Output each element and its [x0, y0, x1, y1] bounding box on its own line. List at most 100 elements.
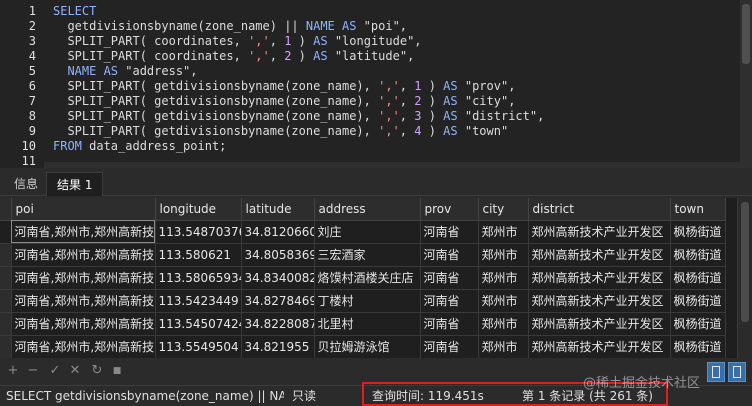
- cell-address[interactable]: 刘庄: [314, 220, 421, 244]
- table-row[interactable]: 河南省,郑州市,郑州高新技113.58062134.80583694三宏酒家河南…: [0, 243, 726, 267]
- grid-vertical-scrollbar[interactable]: [737, 198, 752, 358]
- sql-editor[interactable]: 1 2 3 4 5 6 7 8 9 10 11 SELECT getdivisionsbyname(…: [0, 0, 752, 168]
- delete-record-icon[interactable]: −: [26, 364, 40, 378]
- cell-latitude[interactable]: 34.82784698: [241, 289, 315, 313]
- cell-district[interactable]: 郑州高新技术产业开发区: [528, 220, 671, 244]
- column-header-poi[interactable]: poi: [11, 198, 156, 221]
- table-row[interactable]: 河南省,郑州市,郑州高新技 113.5549504 34.821955 贝拉姆游泳馆河…: [0, 335, 726, 358]
- column-header-district[interactable]: district: [528, 198, 671, 221]
- row-selector[interactable]: [0, 335, 12, 358]
- cell-poi[interactable]: 河南省,郑州市,郑州高新技: [11, 266, 156, 290]
- line-number: 3: [28, 34, 36, 48]
- code-token: getdivisionsbyname(zone_name) ||: [53, 19, 306, 33]
- cell-city[interactable]: 郑州市: [478, 335, 529, 358]
- cell-town[interactable]: 枫杨街道: [670, 335, 726, 358]
- tab-info[interactable]: 信息: [4, 172, 48, 196]
- apply-changes-icon[interactable]: ✓: [48, 364, 62, 378]
- column-header-longitude[interactable]: longitude: [155, 198, 242, 221]
- cell-prov[interactable]: 河南省: [420, 243, 479, 267]
- editor-horizontal-scrollbar[interactable]: [44, 162, 740, 168]
- cell-longitude[interactable]: 113.54870376: [155, 220, 242, 244]
- cell-city[interactable]: 郑州市: [478, 243, 529, 267]
- code-token: AS: [443, 79, 458, 93]
- cell-prov[interactable]: 河南省: [420, 289, 479, 313]
- cell-longitude[interactable]: 113.580621: [155, 243, 242, 267]
- code-token: AS: [443, 124, 458, 138]
- cell-district[interactable]: 郑州高新技术产业开发区: [528, 312, 671, 336]
- cell-latitude[interactable]: 34.821955: [241, 335, 315, 358]
- table-row[interactable]: 河南省,郑州市,郑州高新技113.5487037634.81206602刘庄河南…: [0, 220, 726, 244]
- column-header-address[interactable]: address: [314, 198, 421, 221]
- code-token: AS: [443, 94, 458, 108]
- cell-prov[interactable]: 河南省: [420, 266, 479, 290]
- cell-prov[interactable]: 河南省: [420, 335, 479, 358]
- line-number: 5: [28, 64, 36, 78]
- cell-town[interactable]: 枫杨街道: [670, 266, 726, 290]
- refresh-icon[interactable]: ↻: [90, 364, 104, 378]
- cell-district[interactable]: 郑州高新技术产业开发区: [528, 335, 671, 358]
- code-token: ): [421, 94, 444, 108]
- cell-address[interactable]: 三宏酒家: [314, 243, 421, 267]
- cell-address[interactable]: 烙馍村酒楼关庄店: [314, 266, 421, 290]
- grid-scroll-thumb[interactable]: [741, 202, 749, 322]
- code-token: ,: [399, 94, 415, 108]
- row-selector[interactable]: [0, 243, 12, 267]
- code-token: ,: [399, 109, 415, 123]
- cell-city[interactable]: 郑州市: [478, 312, 529, 336]
- cell-address[interactable]: 北里村: [314, 312, 421, 336]
- cell-latitude[interactable]: 34.80583694: [241, 243, 315, 267]
- discard-changes-icon[interactable]: ✕: [68, 364, 82, 378]
- cell-prov[interactable]: 河南省: [420, 312, 479, 336]
- code-line: SELECT: [53, 4, 96, 19]
- tab-result-1[interactable]: 结果 1: [46, 172, 104, 196]
- cell-town[interactable]: 枫杨街道: [670, 289, 726, 313]
- editor-scroll-thumb[interactable]: [742, 4, 750, 64]
- cell-latitude[interactable]: 34.82280878: [241, 312, 315, 336]
- cell-longitude[interactable]: 113.5423449: [155, 289, 242, 313]
- cell-city[interactable]: 郑州市: [478, 220, 529, 244]
- row-header-corner: [0, 198, 12, 221]
- cell-latitude[interactable]: 34.81206602: [241, 220, 315, 244]
- cell-address[interactable]: 贝拉姆游泳馆: [314, 335, 421, 358]
- cell-poi[interactable]: 河南省,郑州市,郑州高新技: [11, 335, 156, 358]
- cell-town[interactable]: 枫杨街道: [670, 220, 726, 244]
- cell-longitude[interactable]: 113.58065934: [155, 266, 242, 290]
- result-grid[interactable]: poi longitude latitude address prov city distr…: [0, 198, 737, 358]
- cell-poi[interactable]: 河南省,郑州市,郑州高新技: [11, 289, 156, 313]
- cell-district[interactable]: 郑州高新技术产业开发区: [528, 266, 671, 290]
- code-line: SPLIT_PART( getdivisionsbyname(zone_name…: [53, 124, 508, 139]
- column-header-latitude[interactable]: latitude: [241, 198, 315, 221]
- column-header-city[interactable]: city: [478, 198, 529, 221]
- table-row[interactable]: 河南省,郑州市,郑州高新技113.5450742434.82280878北里村河…: [0, 312, 726, 336]
- row-selector[interactable]: [0, 289, 12, 313]
- cell-town[interactable]: 枫杨街道: [670, 312, 726, 336]
- cell-city[interactable]: 郑州市: [478, 289, 529, 313]
- cell-address[interactable]: 丁楼村: [314, 289, 421, 313]
- stop-icon[interactable]: ■: [110, 364, 124, 378]
- table-row[interactable]: 河南省,郑州市,郑州高新技113.542344934.82784698丁楼村河南…: [0, 289, 726, 313]
- column-header-town[interactable]: town: [670, 198, 726, 221]
- cell-poi[interactable]: 河南省,郑州市,郑州高新技: [11, 220, 156, 244]
- cell-city[interactable]: 郑州市: [478, 266, 529, 290]
- code-token: "prov",: [457, 79, 516, 93]
- cell-latitude[interactable]: 34.83400829: [241, 266, 315, 290]
- cell-poi[interactable]: 河南省,郑州市,郑州高新技: [11, 312, 156, 336]
- line-number: 1: [28, 4, 36, 18]
- editor-vertical-scrollbar[interactable]: [740, 0, 752, 168]
- column-header-prov[interactable]: prov: [420, 198, 479, 221]
- table-row[interactable]: 河南省,郑州市,郑州高新技113.5806593434.83400829烙馍村酒…: [0, 266, 726, 290]
- row-selector[interactable]: [0, 312, 12, 336]
- cell-prov[interactable]: 河南省: [420, 220, 479, 244]
- cell-poi[interactable]: 河南省,郑州市,郑州高新技: [11, 243, 156, 267]
- cell-town[interactable]: 枫杨街道: [670, 243, 726, 267]
- code-line: SPLIT_PART( coordinates, ',', 1 ) AS "lo…: [53, 34, 421, 49]
- row-selector[interactable]: [0, 266, 12, 290]
- grid-view-button[interactable]: [707, 362, 725, 382]
- cell-longitude[interactable]: 113.54507424: [155, 312, 242, 336]
- form-view-button[interactable]: [728, 362, 746, 382]
- cell-longitude[interactable]: 113.5549504: [155, 335, 242, 358]
- add-record-icon[interactable]: +: [6, 364, 20, 378]
- cell-district[interactable]: 郑州高新技术产业开发区: [528, 289, 671, 313]
- cell-district[interactable]: 郑州高新技术产业开发区: [528, 243, 671, 267]
- row-selector[interactable]: [0, 220, 12, 244]
